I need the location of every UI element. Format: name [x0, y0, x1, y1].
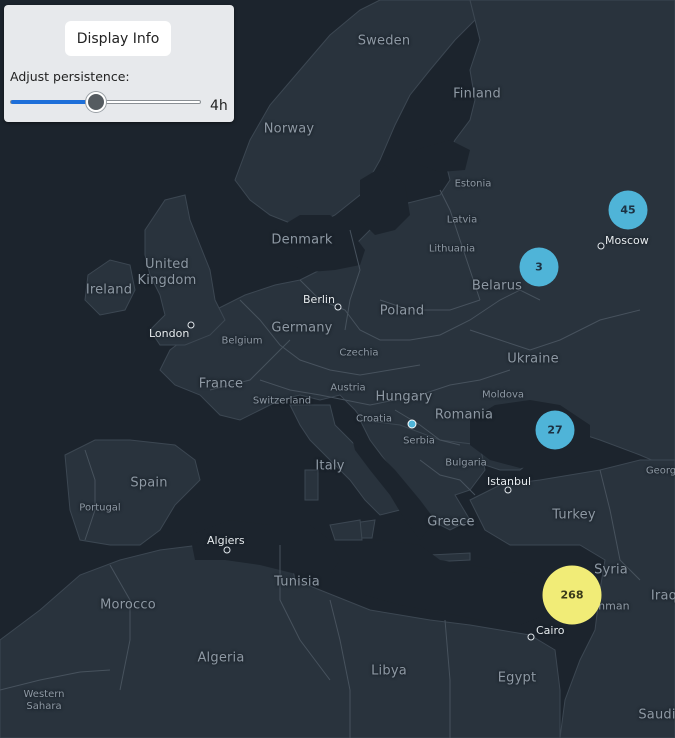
city-dot-berlin	[334, 303, 342, 311]
point-marker[interactable]	[407, 419, 417, 429]
cluster-marker-45[interactable]: 45	[608, 190, 648, 230]
city-dot-istanbul	[504, 486, 512, 494]
persistence-value: 4h	[210, 98, 228, 114]
display-info-button[interactable]: Display Info	[65, 21, 171, 56]
cluster-marker-3[interactable]: 3	[519, 247, 559, 287]
persistence-slider-fill	[11, 100, 97, 104]
city-dot-london	[187, 321, 195, 329]
cluster-marker-27[interactable]: 27	[535, 410, 575, 450]
persistence-slider-thumb[interactable]	[86, 92, 107, 112]
cluster-marker-268[interactable]: 268	[542, 565, 602, 625]
city-dot-cairo	[527, 633, 535, 641]
persistence-label: Adjust persistence:	[10, 69, 130, 84]
control-panel: Display Info Adjust persistence: 4h	[4, 5, 234, 122]
persistence-slider[interactable]	[10, 92, 201, 112]
city-dot-moscow	[597, 242, 605, 250]
city-dot-algiers	[223, 546, 231, 554]
